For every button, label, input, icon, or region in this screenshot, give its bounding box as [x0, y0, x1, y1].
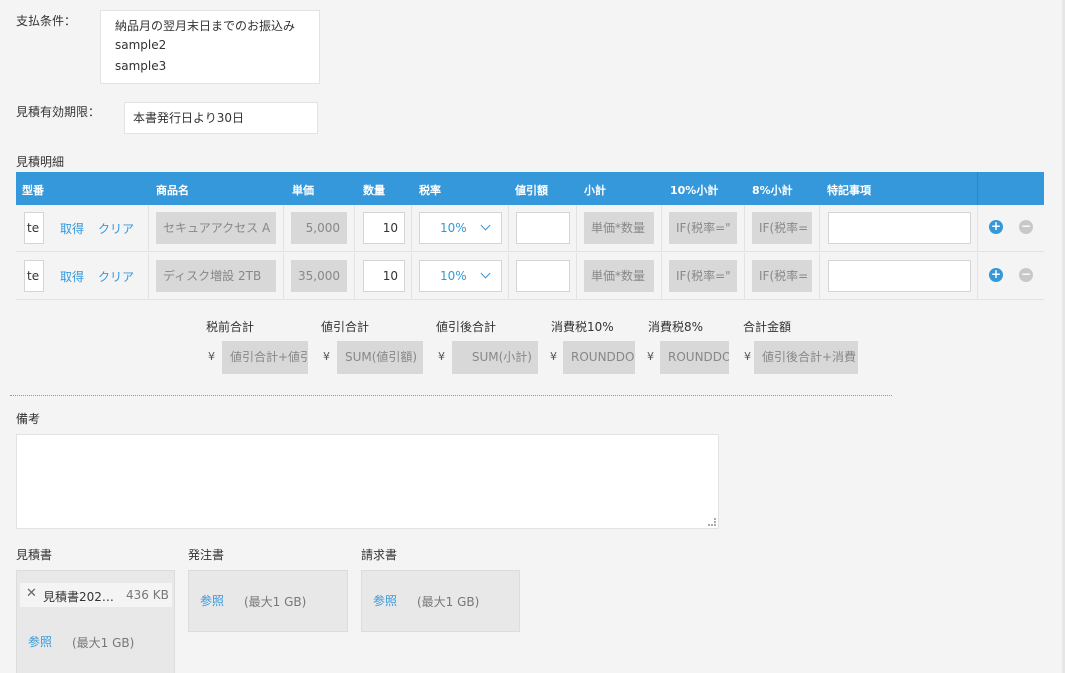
- subtotal-field: 単価*数量: [584, 212, 654, 244]
- add-row-button[interactable]: +: [989, 268, 1003, 282]
- browse-button[interactable]: 参照: [200, 592, 224, 609]
- attached-file-item: ✕ 見積書202… 436 KB: [20, 583, 172, 607]
- subtotal-8-field: IF(税率=: [752, 212, 812, 244]
- invoice-attachment-label: 請求書: [361, 548, 398, 562]
- total-discount-field: SUM(値引額): [337, 341, 423, 374]
- quantity-input[interactable]: 10: [363, 260, 405, 292]
- header-notes: 特記事項: [827, 184, 871, 197]
- header-action-divider: [977, 172, 978, 205]
- notes-input[interactable]: [828, 212, 971, 244]
- payment-option[interactable]: 納品月の翌月末日までのお振込み: [115, 17, 295, 34]
- header-subtotal: 小計: [584, 184, 606, 197]
- resize-handle-icon[interactable]: [708, 518, 716, 526]
- max-size-note: (最大1 GB): [417, 595, 480, 609]
- chevron-down-icon: [480, 220, 491, 231]
- payment-option[interactable]: sample3: [115, 59, 166, 73]
- add-row-button[interactable]: +: [989, 220, 1003, 234]
- invoice-attachment-box: 参照 (最大1 GB): [361, 570, 520, 632]
- header-product: 商品名: [156, 184, 189, 197]
- header-discount: 値引額: [515, 184, 548, 197]
- payment-terms-list[interactable]: 納品月の翌月末日までのお振込み sample2 sample3: [100, 10, 320, 84]
- unit-price-field: 35,000: [291, 260, 347, 292]
- total-label-after-discount: 値引後合計: [436, 320, 497, 334]
- subtotal-10-field: IF(税率=": [669, 260, 737, 292]
- total-label-grand: 合計金額: [743, 320, 792, 334]
- tax-rate-select[interactable]: 10%: [419, 260, 502, 292]
- quote-attachment-label: 見積書: [16, 548, 53, 562]
- browse-button[interactable]: 参照: [373, 592, 397, 609]
- quantity-input[interactable]: 10: [363, 212, 405, 244]
- get-button[interactable]: 取得: [60, 268, 84, 285]
- remarks-textarea[interactable]: [16, 434, 719, 529]
- total-after-discount-field: SUM(小計): [452, 341, 538, 374]
- product-name-field: ディスク増設 2TB: [156, 260, 276, 292]
- model-input[interactable]: te: [24, 260, 44, 292]
- total-label-tax10: 消費税10%: [551, 320, 614, 334]
- clear-button[interactable]: クリア: [98, 268, 134, 285]
- total-label-tax8: 消費税8%: [648, 320, 704, 334]
- remove-row-button[interactable]: −: [1019, 268, 1033, 282]
- tax-rate-value: 10%: [440, 221, 467, 235]
- header-model: 型番: [22, 184, 44, 197]
- subtotal-field: 単価*数量: [584, 260, 654, 292]
- order-attachment-label: 発注書: [188, 548, 225, 562]
- close-icon[interactable]: ✕: [26, 586, 37, 601]
- details-table-header: 型番 商品名 単価 数量 税率 値引額 小計 10%小計 8%小計 特記事項: [16, 172, 1044, 205]
- notes-input[interactable]: [828, 260, 971, 292]
- max-size-note: (最大1 GB): [244, 595, 307, 609]
- validity-label: 見積有効期限：: [16, 105, 101, 119]
- header-unit-price: 単価: [292, 184, 314, 197]
- header-subtotal-10: 10%小計: [670, 184, 719, 197]
- total-tax10-field: ROUNDDOWN: [563, 341, 635, 374]
- get-button[interactable]: 取得: [60, 220, 84, 237]
- total-tax8-field: ROUNDDOWN: [660, 341, 729, 374]
- clear-button[interactable]: クリア: [98, 220, 134, 237]
- payment-terms-label: 支払条件：: [16, 14, 77, 28]
- yen-sign: ¥: [744, 350, 751, 363]
- yen-sign: ¥: [438, 350, 445, 363]
- total-grand-field: 値引後合計+消費: [754, 341, 858, 374]
- attached-file-size: 436 KB: [126, 588, 169, 602]
- subtotal-8-field: IF(税率=: [752, 260, 812, 292]
- order-attachment-box: 参照 (最大1 GB): [188, 570, 348, 632]
- browse-button[interactable]: 参照: [28, 633, 52, 650]
- yen-sign: ¥: [550, 350, 557, 363]
- subtotal-10-field: IF(税率=": [669, 212, 737, 244]
- yen-sign: ¥: [647, 350, 654, 363]
- table-row: te 取得 クリア セキュアアクセス A 5,000 10 10% 単価*数量 …: [16, 205, 1044, 252]
- max-size-note: (最大1 GB): [72, 636, 135, 650]
- discount-input[interactable]: [516, 212, 570, 244]
- validity-field[interactable]: 本書発行日より30日: [124, 102, 318, 134]
- total-label-discount: 値引合計: [321, 320, 370, 334]
- section-divider: [10, 395, 892, 396]
- tax-rate-value: 10%: [440, 269, 467, 283]
- quote-attachment-box: ✕ 見積書202… 436 KB 参照 (最大1 GB): [16, 570, 175, 673]
- header-tax: 税率: [419, 184, 441, 197]
- payment-option[interactable]: sample2: [115, 38, 166, 52]
- total-pretax-field: 値引合計+値引: [222, 341, 308, 374]
- details-title: 見積明細: [16, 155, 65, 169]
- attached-file-name[interactable]: 見積書202…: [43, 588, 114, 605]
- product-name-field: セキュアアクセス A: [156, 212, 276, 244]
- table-row: te 取得 クリア ディスク増設 2TB 35,000 10 10% 単価*数量…: [16, 253, 1044, 300]
- remarks-label: 備考: [16, 412, 41, 426]
- yen-sign: ¥: [323, 350, 330, 363]
- yen-sign: ¥: [208, 350, 215, 363]
- chevron-down-icon: [480, 268, 491, 279]
- discount-input[interactable]: [516, 260, 570, 292]
- total-label-pretax: 税前合計: [206, 320, 255, 334]
- header-qty: 数量: [363, 184, 385, 197]
- header-subtotal-8: 8%小計: [752, 184, 793, 197]
- unit-price-field: 5,000: [291, 212, 347, 244]
- remove-row-button[interactable]: −: [1019, 220, 1033, 234]
- model-input[interactable]: te: [24, 212, 44, 244]
- tax-rate-select[interactable]: 10%: [419, 212, 502, 244]
